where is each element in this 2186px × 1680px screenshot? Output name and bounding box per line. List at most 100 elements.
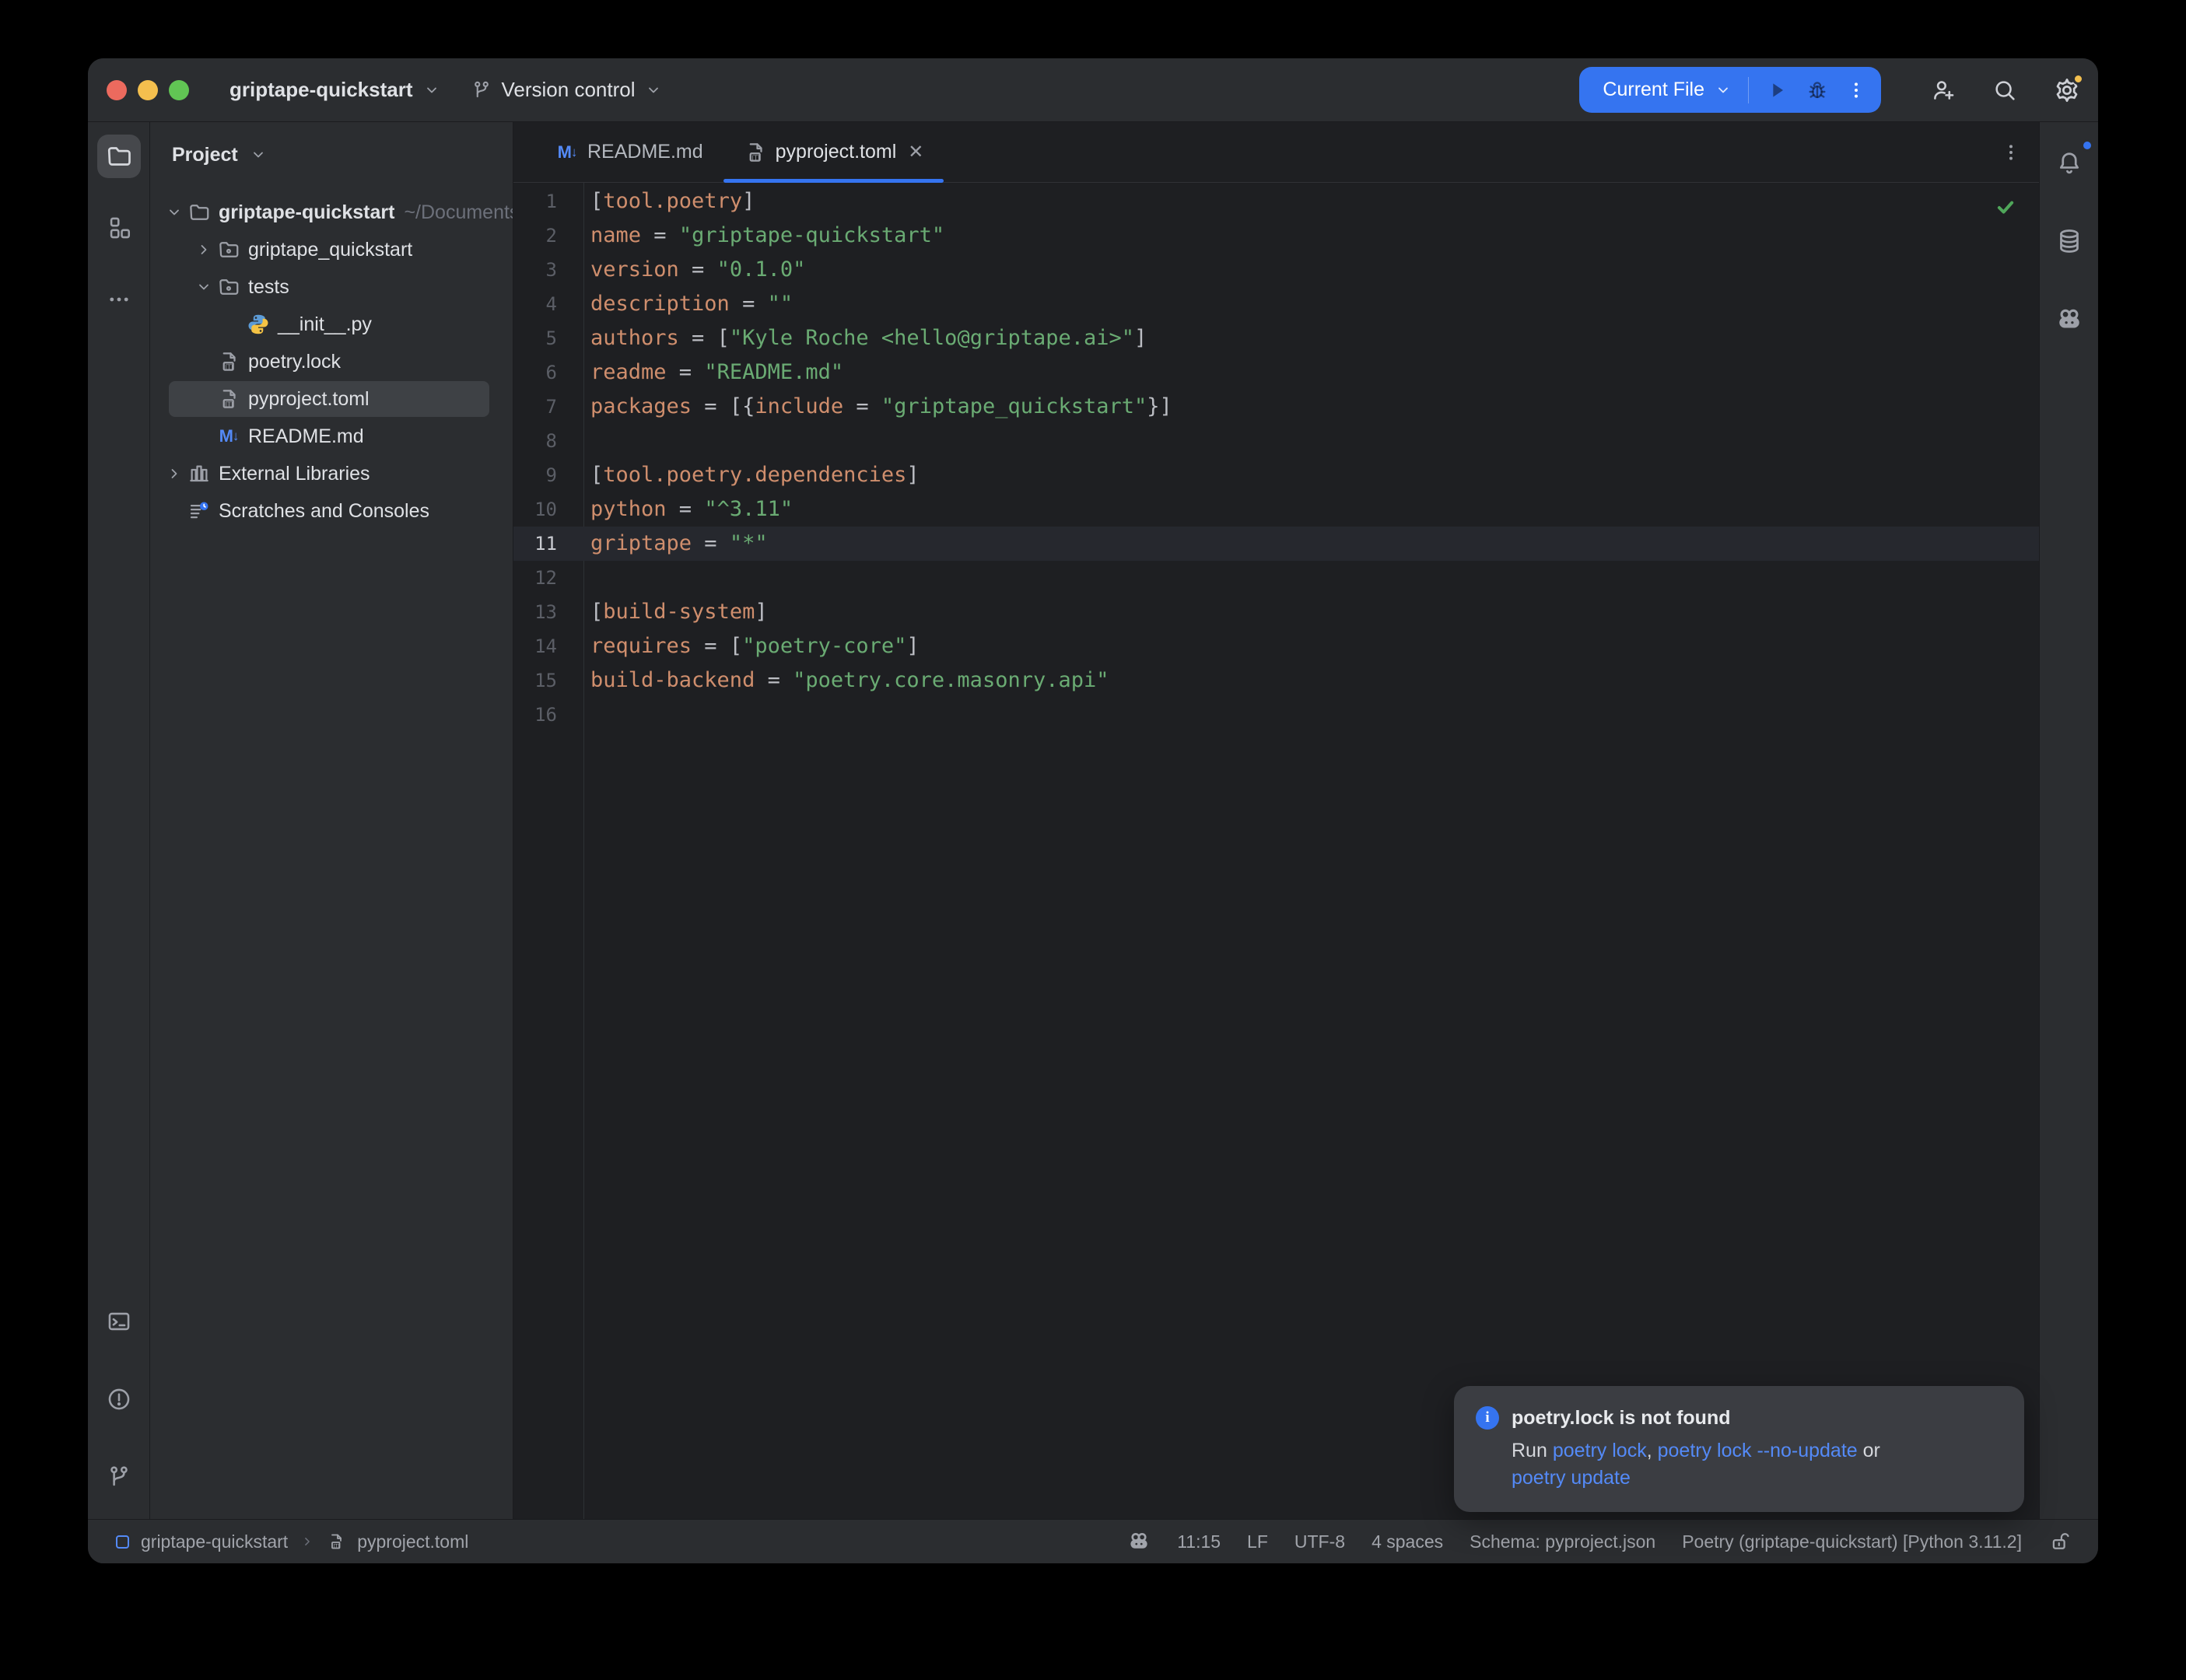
code-text[interactable]: packages = [{include = "griptape_quickst…: [583, 390, 1172, 424]
problems-tool-button[interactable]: [97, 1377, 141, 1421]
chevron-down-icon[interactable]: [191, 278, 217, 296]
package-icon: [217, 238, 240, 261]
project-panel-header[interactable]: Project: [150, 122, 513, 187]
tree-item-griptape-quickstart[interactable]: griptape-quickstart~/Documents: [150, 194, 513, 231]
code-line-11[interactable]: 11griptape = "*": [513, 527, 2039, 561]
notifications-bell-icon[interactable]: [2048, 141, 2091, 184]
code-text[interactable]: build-backend = "poetry.core.masonry.api…: [583, 663, 1109, 698]
notification-link[interactable]: poetry update: [1512, 1467, 1631, 1489]
svg-text:[T]: [T]: [226, 401, 233, 408]
breadcrumb-file[interactable]: pyproject.toml: [357, 1531, 468, 1552]
code-text[interactable]: python = "^3.11": [583, 492, 793, 527]
zoom-window-button[interactable]: [169, 80, 189, 100]
code-line-13[interactable]: 13[build-system]: [513, 595, 2039, 629]
version-control-tool-button[interactable]: [97, 1455, 141, 1499]
notification-text: Run: [1512, 1440, 1553, 1461]
close-tab-icon[interactable]: ✕: [908, 141, 923, 163]
status-widget-3[interactable]: 4 spaces: [1372, 1531, 1443, 1552]
svg-text:[T]: [T]: [751, 154, 758, 161]
tab-options-kebab-icon[interactable]: [2000, 142, 2022, 163]
chevron-down-icon[interactable]: [161, 203, 187, 222]
code-text[interactable]: [583, 698, 590, 732]
run-widget: Current File: [1579, 67, 1881, 113]
tree-item-readme.md[interactable]: M↓README.md: [150, 418, 513, 455]
code-text[interactable]: readme = "README.md": [583, 355, 843, 390]
breadcrumb-project[interactable]: griptape-quickstart: [141, 1531, 288, 1552]
code-text[interactable]: name = "griptape-quickstart": [583, 219, 944, 253]
code-editor[interactable]: 1[tool.poetry]2name = "griptape-quicksta…: [513, 183, 2039, 1519]
code-text[interactable]: [583, 561, 590, 595]
unlocked-icon[interactable]: [2048, 1530, 2072, 1553]
terminal-tool-button[interactable]: [97, 1300, 141, 1343]
code-text[interactable]: [build-system]: [583, 595, 768, 629]
add-user-icon[interactable]: [1930, 77, 1957, 103]
status-widget-4[interactable]: Schema: pyproject.json: [1470, 1531, 1655, 1552]
more-tool-windows-button[interactable]: [97, 278, 141, 321]
tree-item-griptape_quickstart[interactable]: griptape_quickstart: [150, 231, 513, 268]
status-bar: griptape-quickstart [T] pyproject.toml 1…: [88, 1519, 2098, 1563]
code-line-6[interactable]: 6readme = "README.md": [513, 355, 2039, 390]
code-text[interactable]: authors = ["Kyle Roche <hello@griptape.a…: [583, 321, 1147, 355]
status-widget-5[interactable]: Poetry (griptape-quickstart) [Python 3.1…: [1682, 1531, 2022, 1552]
code-text[interactable]: griptape = "*": [583, 527, 768, 561]
tree-item-poetry.lock[interactable]: [T]poetry.lock: [150, 343, 513, 380]
code-line-2[interactable]: 2name = "griptape-quickstart": [513, 219, 2039, 253]
tree-item-label: griptape-quickstart: [219, 201, 394, 224]
code-line-4[interactable]: 4description = "": [513, 287, 2039, 321]
tab-pyproject.toml[interactable]: [T]pyproject.toml✕: [723, 122, 944, 182]
minimize-window-button[interactable]: [138, 80, 158, 100]
code-line-5[interactable]: 5authors = ["Kyle Roche <hello@griptape.…: [513, 321, 2039, 355]
toml-file-icon: [T]: [327, 1532, 345, 1551]
status-widget-0[interactable]: 11:15: [1177, 1531, 1221, 1552]
code-text[interactable]: [tool.poetry.dependencies]: [583, 458, 920, 492]
toml-icon: [T]: [217, 387, 240, 411]
code-text[interactable]: [tool.poetry]: [583, 184, 755, 219]
code-line-12[interactable]: 12: [513, 561, 2039, 595]
code-line-1[interactable]: 1[tool.poetry]: [513, 184, 2039, 219]
tree-item-scratches-and-consoles[interactable]: Scratches and Consoles: [150, 492, 513, 530]
chevron-right-icon[interactable]: [191, 240, 217, 259]
structure-tool-button[interactable]: [97, 206, 141, 250]
tree-item-external-libraries[interactable]: External Libraries: [150, 455, 513, 492]
code-text[interactable]: version = "0.1.0": [583, 253, 805, 287]
code-line-14[interactable]: 14requires = ["poetry-core"]: [513, 629, 2039, 663]
ai-assistant-status-icon[interactable]: [1127, 1530, 1151, 1553]
project-selector[interactable]: griptape-quickstart: [229, 78, 441, 102]
status-widget-1[interactable]: LF: [1247, 1531, 1268, 1552]
run-button[interactable]: [1764, 78, 1789, 103]
code-text[interactable]: [583, 424, 590, 458]
chevron-right-icon[interactable]: [161, 464, 187, 483]
more-run-options-button[interactable]: [1845, 79, 1867, 101]
code-line-3[interactable]: 3version = "0.1.0": [513, 253, 2039, 287]
code-line-9[interactable]: 9[tool.poetry.dependencies]: [513, 458, 2039, 492]
project-tool-button[interactable]: [97, 135, 141, 178]
toml-icon: [T]: [744, 141, 767, 164]
code-line-8[interactable]: 8: [513, 424, 2039, 458]
vcs-widget[interactable]: Version control: [471, 78, 664, 102]
breadcrumb[interactable]: griptape-quickstart [T] pyproject.toml: [116, 1531, 468, 1552]
tree-item-pyproject.toml[interactable]: [T]pyproject.toml: [150, 380, 513, 418]
ai-assistant-icon[interactable]: [2048, 298, 2091, 341]
tree-item-__init__.py[interactable]: __init__.py: [150, 306, 513, 343]
title-bar: griptape-quickstart Version control Curr…: [88, 58, 2098, 122]
database-icon[interactable]: [2048, 219, 2091, 263]
package-icon: [217, 275, 240, 299]
settings-gear-icon[interactable]: [2053, 76, 2081, 104]
code-text[interactable]: requires = ["poetry-core"]: [583, 629, 920, 663]
notification-text: or: [1858, 1440, 1880, 1461]
debug-button[interactable]: [1805, 78, 1830, 103]
code-line-16[interactable]: 16: [513, 698, 2039, 732]
tree-item-tests[interactable]: tests: [150, 268, 513, 306]
inspections-ok-icon[interactable]: [1994, 195, 2017, 219]
notification-link[interactable]: poetry lock: [1553, 1440, 1647, 1461]
code-line-10[interactable]: 10python = "^3.11": [513, 492, 2039, 527]
status-widget-2[interactable]: UTF-8: [1294, 1531, 1345, 1552]
tab-readme.md[interactable]: M↓README.md: [535, 122, 723, 182]
code-line-15[interactable]: 15build-backend = "poetry.core.masonry.a…: [513, 663, 2039, 698]
code-text[interactable]: description = "": [583, 287, 793, 321]
notification-link[interactable]: poetry lock --no-update: [1658, 1440, 1858, 1461]
run-configuration-selector[interactable]: Current File: [1603, 79, 1732, 101]
search-icon[interactable]: [1992, 77, 2018, 103]
code-line-7[interactable]: 7packages = [{include = "griptape_quicks…: [513, 390, 2039, 424]
close-window-button[interactable]: [107, 80, 127, 100]
